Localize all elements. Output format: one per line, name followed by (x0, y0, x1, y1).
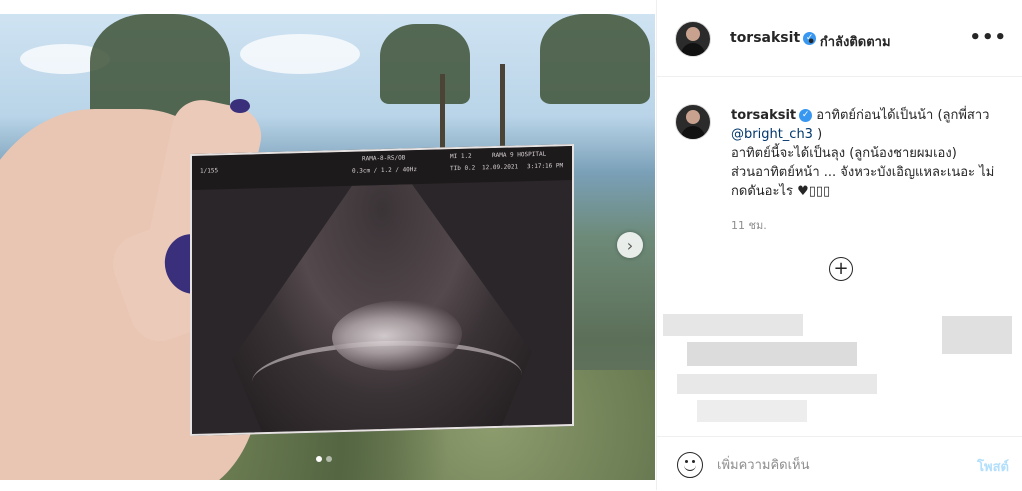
caption-avatar[interactable] (675, 104, 711, 140)
carousel-dot (316, 456, 322, 462)
instagram-post: 1/155 RAMA-8-RS/OB MI 1.2 RAMA 9 HOSPITA… (0, 0, 1022, 490)
emoji-icon[interactable] (677, 452, 703, 478)
load-more-comments-button[interactable]: + (829, 257, 853, 281)
author-username[interactable]: torsaksit (730, 30, 800, 46)
scan-depth: 0.3cm / 1.2 / 40Hz (352, 166, 418, 175)
blur-patch (687, 342, 857, 366)
blurred-comments (657, 312, 1022, 434)
post-timestamp[interactable]: 11 ชม. (731, 216, 767, 234)
post-caption: torsaksit ✓ อาทิตย์ก่อนได้เป็นน้า (ลูกพี่… (731, 106, 1001, 201)
ultrasound-print: 1/155 RAMA-8-RS/OB MI 1.2 RAMA 9 HOSPITA… (190, 143, 574, 437)
caption-text-1: อาทิตย์ก่อนได้เป็นน้า (ลูกพี่สาว (816, 108, 990, 123)
post-comment-button[interactable]: โพสต์ (977, 456, 1009, 477)
verified-badge-icon: ✓ (799, 109, 813, 122)
nail (230, 99, 250, 113)
post-side-panel: torsaksit ✓ • กำลังติดตาม ••• torsaksit ✓ … (656, 0, 1022, 490)
comment-bar: โพสต์ (657, 436, 1022, 491)
carousel-dots (316, 456, 332, 462)
tree (540, 14, 650, 104)
more-options-icon[interactable]: ••• (969, 27, 1007, 48)
scan-time: 3:17:16 PM (527, 162, 564, 171)
scan-header: 1/155 RAMA-8-RS/OB MI 1.2 RAMA 9 HOSPITA… (192, 146, 572, 190)
scan-side: 1/155 (200, 167, 219, 175)
post-header: torsaksit ✓ • กำลังติดตาม ••• (657, 0, 1022, 77)
carousel-next-button[interactable]: › (617, 232, 643, 258)
scan-mi: MI 1.2 (450, 152, 472, 161)
caption-line-3: ส่วนอาทิตย์หน้า ... จังหวะบังเอิญแหละเนอ… (731, 165, 995, 199)
caption-line-2: อาทิตย์นี้จะได้เป็นลุง (ลูกน้องชายผมเอง) (731, 146, 957, 161)
author-avatar[interactable] (675, 21, 711, 57)
blur-patch (677, 374, 877, 394)
carousel-dot (326, 456, 332, 462)
comment-input[interactable] (715, 451, 959, 479)
plus-icon: + (833, 258, 849, 279)
scan-date: 12.09.2021 (482, 163, 519, 172)
mention-link[interactable]: @bright_ch3 (731, 127, 813, 142)
scan-tib: TIb 0.2 (450, 164, 476, 173)
follow-status[interactable]: • กำลังติดตาม (807, 31, 891, 52)
caption-username[interactable]: torsaksit (731, 108, 796, 123)
author-username-row: torsaksit ✓ (730, 30, 817, 46)
cloud (240, 34, 360, 74)
scan-probe: RAMA-8-RS/OB (362, 154, 406, 163)
caption-text-2: ) (812, 127, 823, 142)
blur-patch (697, 400, 807, 422)
post-media[interactable]: 1/155 RAMA-8-RS/OB MI 1.2 RAMA 9 HOSPITA… (0, 14, 655, 480)
blur-patch (942, 316, 1012, 354)
scan-hospital: RAMA 9 HOSPITAL (492, 150, 547, 160)
chevron-right-icon: › (626, 235, 634, 255)
tree (380, 24, 470, 104)
blur-patch (663, 314, 803, 336)
